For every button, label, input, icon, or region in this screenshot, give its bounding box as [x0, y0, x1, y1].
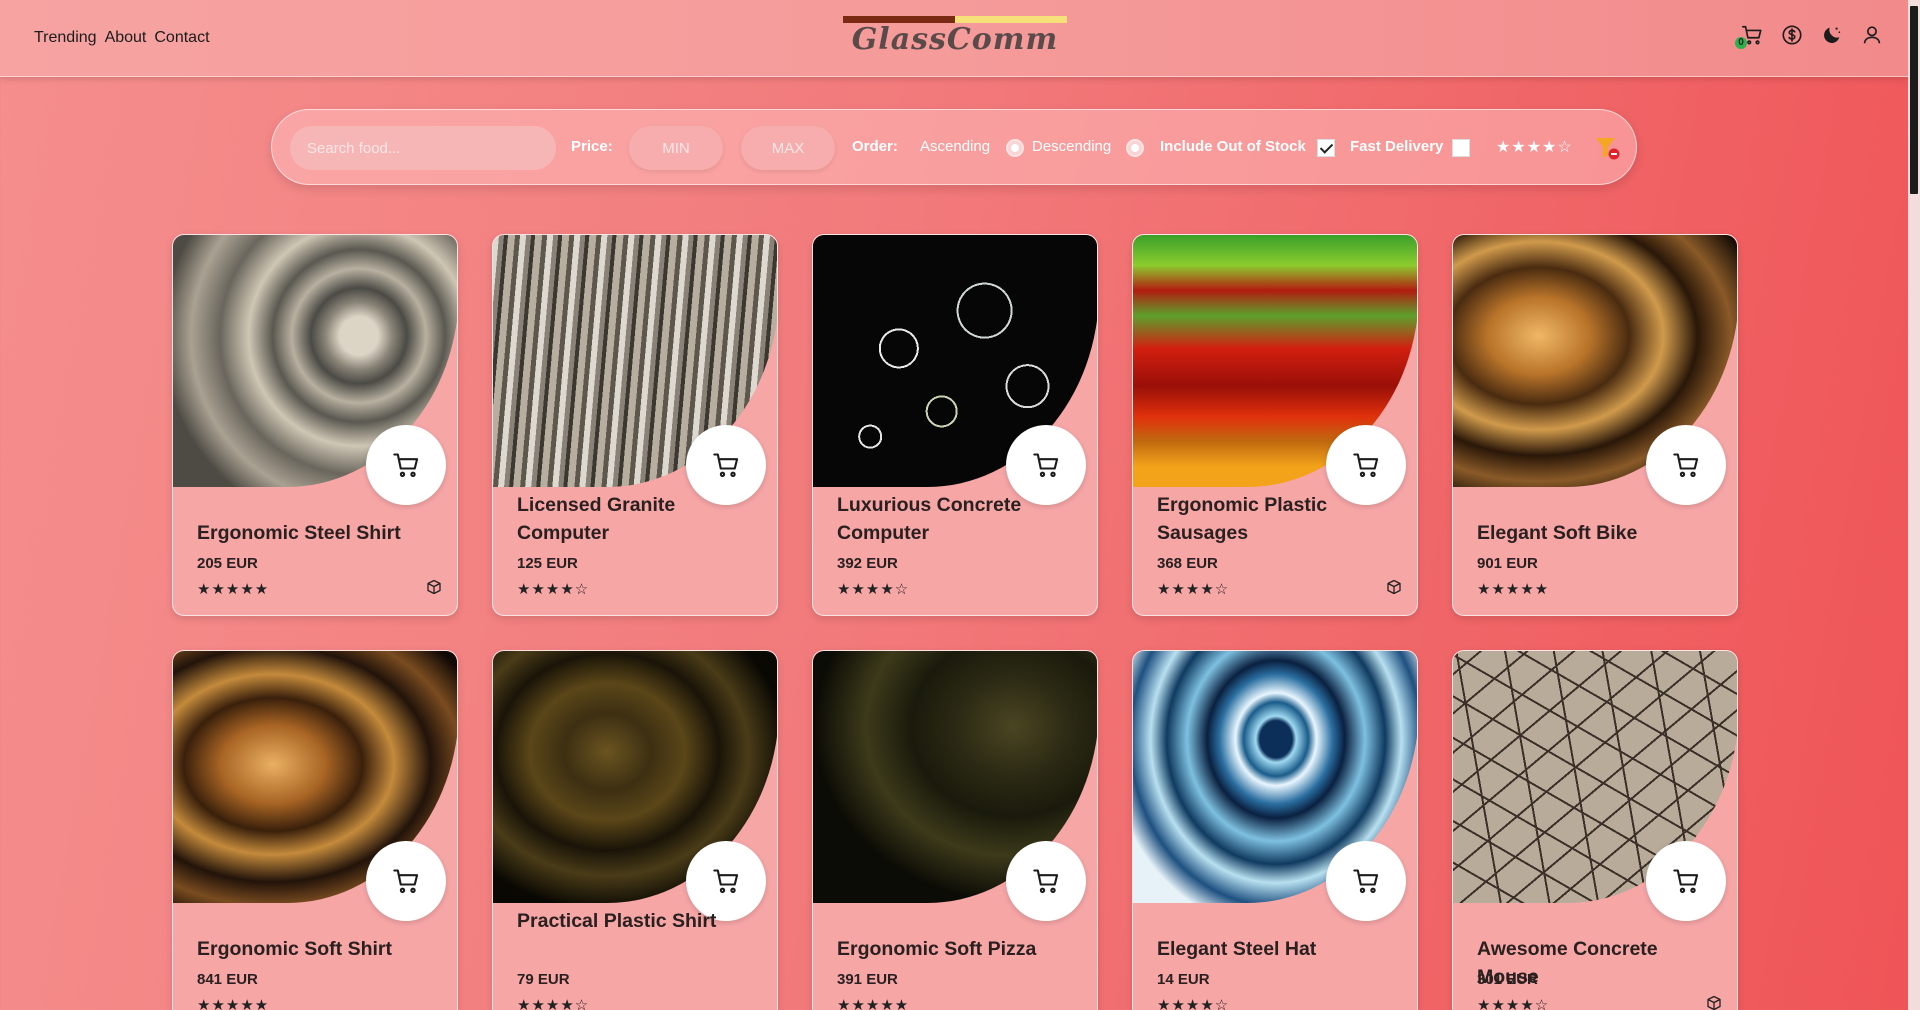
price-min-input[interactable]	[629, 126, 723, 170]
descending-label: Descending	[1032, 138, 1112, 155]
product-rating: ★★★★☆	[837, 581, 910, 598]
currency-icon[interactable]	[1781, 24, 1803, 48]
logo-text: GlassComm	[851, 22, 1059, 57]
product-card[interactable]: Awesome Concrete Mouse 301 EUR ★★★★☆	[1452, 650, 1738, 1010]
product-card[interactable]: Ergonomic Soft Pizza 391 EUR ★★★★★	[812, 650, 1098, 1010]
product-name[interactable]: Ergonomic Plastic Sausages	[1157, 491, 1387, 547]
cart-icon	[1673, 453, 1699, 478]
product-price: 301 EUR	[1477, 971, 1538, 988]
nav-link-about[interactable]: About	[105, 29, 147, 47]
add-to-cart-button[interactable]	[1006, 841, 1086, 921]
add-to-cart-button[interactable]	[1326, 841, 1406, 921]
search-input[interactable]	[290, 126, 556, 170]
order-label: Order:	[852, 138, 898, 155]
product-card[interactable]: Licensed Granite Computer 125 EUR ★★★★☆	[492, 234, 778, 616]
product-price: 79 EUR	[517, 971, 570, 988]
ascending-label: Ascending	[920, 138, 991, 155]
out-of-stock-label: Include Out of Stock	[1160, 138, 1306, 155]
cart-icon	[393, 453, 419, 478]
cart-icon	[393, 869, 419, 894]
scrollbar-thumb[interactable]	[1910, 6, 1918, 194]
nav-link-contact[interactable]: Contact	[154, 29, 209, 47]
product-price: 392 EUR	[837, 555, 898, 572]
scrollbar[interactable]	[1908, 0, 1920, 1010]
product-card[interactable]: Elegant Steel Hat 14 EUR ★★★★☆	[1132, 650, 1418, 1010]
fast-delivery-checkbox[interactable]	[1452, 139, 1470, 157]
add-to-cart-button[interactable]	[366, 841, 446, 921]
product-card[interactable]: Ergonomic Soft Shirt 841 EUR ★★★★★	[172, 650, 458, 1010]
cart-count-badge: 0	[1735, 37, 1747, 49]
rating-filter[interactable]: ★★★★☆	[1496, 137, 1573, 157]
cart-icon	[713, 453, 739, 478]
fast-delivery-label: Fast Delivery	[1350, 138, 1444, 155]
cart-icon[interactable]: 0	[1735, 24, 1763, 49]
nav-links: Trending About Contact	[34, 29, 210, 47]
product-rating: ★★★★☆	[517, 997, 590, 1010]
package-icon	[1386, 579, 1402, 595]
product-name[interactable]: Licensed Granite Computer	[517, 491, 747, 547]
product-price: 14 EUR	[1157, 971, 1210, 988]
product-price: 368 EUR	[1157, 555, 1218, 572]
product-rating: ★★★★☆	[517, 581, 590, 598]
product-rating: ★★★★★	[197, 581, 270, 598]
add-to-cart-button[interactable]	[1646, 841, 1726, 921]
out-of-stock-checkbox[interactable]	[1317, 139, 1335, 157]
nav-icons: 0	[1735, 24, 1883, 49]
product-name[interactable]: Practical Plastic Shirt	[517, 907, 747, 935]
descending-radio[interactable]	[1126, 139, 1144, 157]
site-logo[interactable]: GlassComm	[843, 16, 1067, 60]
product-name[interactable]: Ergonomic Steel Shirt	[197, 519, 427, 547]
product-price: 391 EUR	[837, 971, 898, 988]
product-price: 841 EUR	[197, 971, 258, 988]
product-name[interactable]: Elegant Soft Bike	[1477, 519, 1707, 547]
product-name[interactable]: Elegant Steel Hat	[1157, 935, 1387, 963]
product-price: 901 EUR	[1477, 555, 1538, 572]
product-name[interactable]: Ergonomic Soft Shirt	[197, 935, 427, 963]
product-card[interactable]: Ergonomic Plastic Sausages 368 EUR ★★★★☆	[1132, 234, 1418, 616]
price-label: Price:	[571, 138, 613, 155]
product-name[interactable]: Luxurious Concrete Computer	[837, 491, 1067, 547]
ascending-radio[interactable]	[1006, 139, 1024, 157]
dark-mode-icon[interactable]	[1821, 24, 1843, 48]
product-rating: ★★★★★	[197, 997, 270, 1010]
product-card[interactable]: Practical Plastic Shirt 79 EUR ★★★★☆	[492, 650, 778, 1010]
cart-icon	[1673, 869, 1699, 894]
product-card[interactable]: Ergonomic Steel Shirt 205 EUR ★★★★★	[172, 234, 458, 616]
product-name[interactable]: Ergonomic Soft Pizza	[837, 935, 1067, 963]
cart-icon	[713, 869, 739, 894]
package-icon	[1706, 995, 1722, 1010]
cart-icon	[1353, 453, 1379, 478]
product-rating: ★★★★☆	[1157, 581, 1230, 598]
product-price: 125 EUR	[517, 555, 578, 572]
filter-reset-icon[interactable]	[1594, 135, 1620, 161]
add-to-cart-button[interactable]	[1646, 425, 1726, 505]
filter-bar: Price: Order: Ascending Descending Inclu…	[271, 109, 1637, 185]
price-max-input[interactable]	[741, 126, 835, 170]
add-to-cart-button[interactable]	[366, 425, 446, 505]
product-rating: ★★★★☆	[1477, 997, 1550, 1010]
product-rating: ★★★★☆	[1157, 997, 1230, 1010]
package-icon	[426, 579, 442, 595]
product-price: 205 EUR	[197, 555, 258, 572]
product-rating: ★★★★★	[1477, 581, 1550, 598]
product-card[interactable]: Luxurious Concrete Computer 392 EUR ★★★★…	[812, 234, 1098, 616]
cart-icon	[1033, 869, 1059, 894]
user-icon[interactable]	[1861, 24, 1883, 48]
top-navbar: Trending About Contact GlassComm 0	[0, 0, 1908, 77]
cart-icon	[1353, 869, 1379, 894]
nav-link-trending[interactable]: Trending	[34, 29, 97, 47]
product-card[interactable]: Elegant Soft Bike 901 EUR ★★★★★	[1452, 234, 1738, 616]
product-rating: ★★★★★	[837, 997, 910, 1010]
cart-icon	[1033, 453, 1059, 478]
